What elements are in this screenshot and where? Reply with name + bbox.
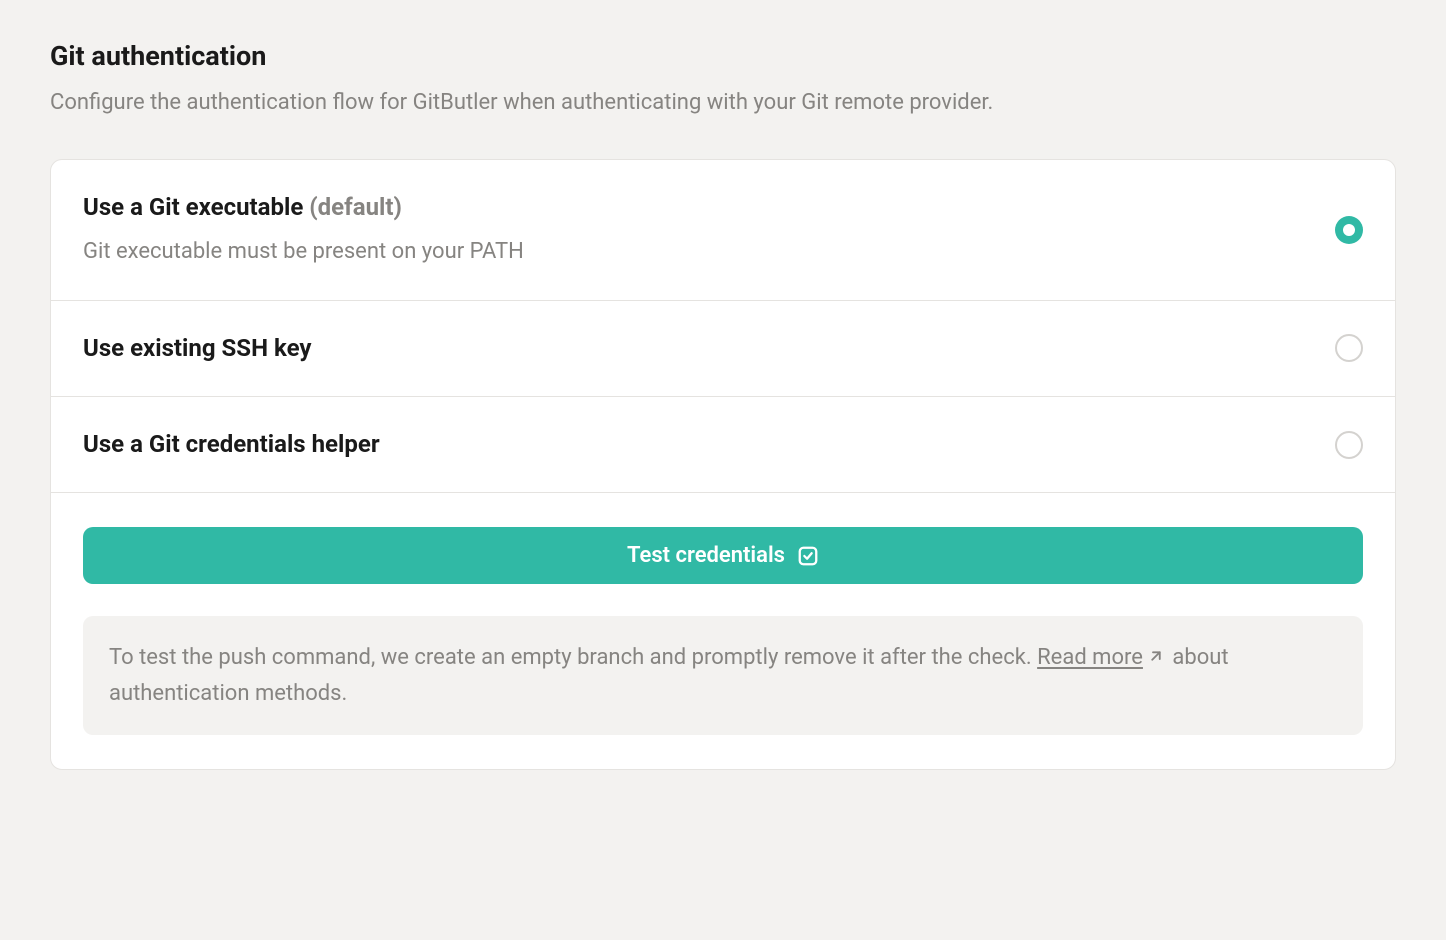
info-text-before: To test the push command, we create an e… xyxy=(109,645,1037,670)
check-square-icon xyxy=(797,545,819,567)
radio-unselected-icon[interactable] xyxy=(1335,334,1363,362)
default-label: (default) xyxy=(309,193,402,221)
card-footer: Test credentials To test the push comman… xyxy=(51,493,1395,769)
option-title: Use a Git executable (default) xyxy=(83,192,1335,223)
external-link-icon xyxy=(1147,641,1165,676)
section-title: Git authentication xyxy=(50,40,1396,72)
radio-selected-icon[interactable] xyxy=(1335,216,1363,244)
option-content: Use existing SSH key xyxy=(83,333,1335,364)
option-title: Use existing SSH key xyxy=(83,333,1335,364)
option-title-text: Use a Git credentials helper xyxy=(83,430,380,458)
read-more-link[interactable]: Read more xyxy=(1037,645,1143,670)
option-content: Use a Git credentials helper xyxy=(83,429,1335,460)
test-button-label: Test credentials xyxy=(627,543,785,568)
option-credentials-helper[interactable]: Use a Git credentials helper xyxy=(51,397,1395,493)
section-description: Configure the authentication flow for Gi… xyxy=(50,88,1396,119)
option-subtitle: Git executable must be present on your P… xyxy=(83,237,1335,268)
option-git-executable[interactable]: Use a Git executable (default) Git execu… xyxy=(51,160,1395,301)
option-title: Use a Git credentials helper xyxy=(83,429,1335,460)
radio-unselected-icon[interactable] xyxy=(1335,431,1363,459)
info-box: To test the push command, we create an e… xyxy=(83,616,1363,735)
option-content: Use a Git executable (default) Git execu… xyxy=(83,192,1335,268)
option-title-text: Use a Git executable xyxy=(83,193,303,221)
auth-options-card: Use a Git executable (default) Git execu… xyxy=(50,159,1396,770)
option-ssh-key[interactable]: Use existing SSH key xyxy=(51,301,1395,397)
read-more-text: Read more xyxy=(1037,645,1143,670)
option-title-text: Use existing SSH key xyxy=(83,334,311,362)
test-credentials-button[interactable]: Test credentials xyxy=(83,527,1363,584)
